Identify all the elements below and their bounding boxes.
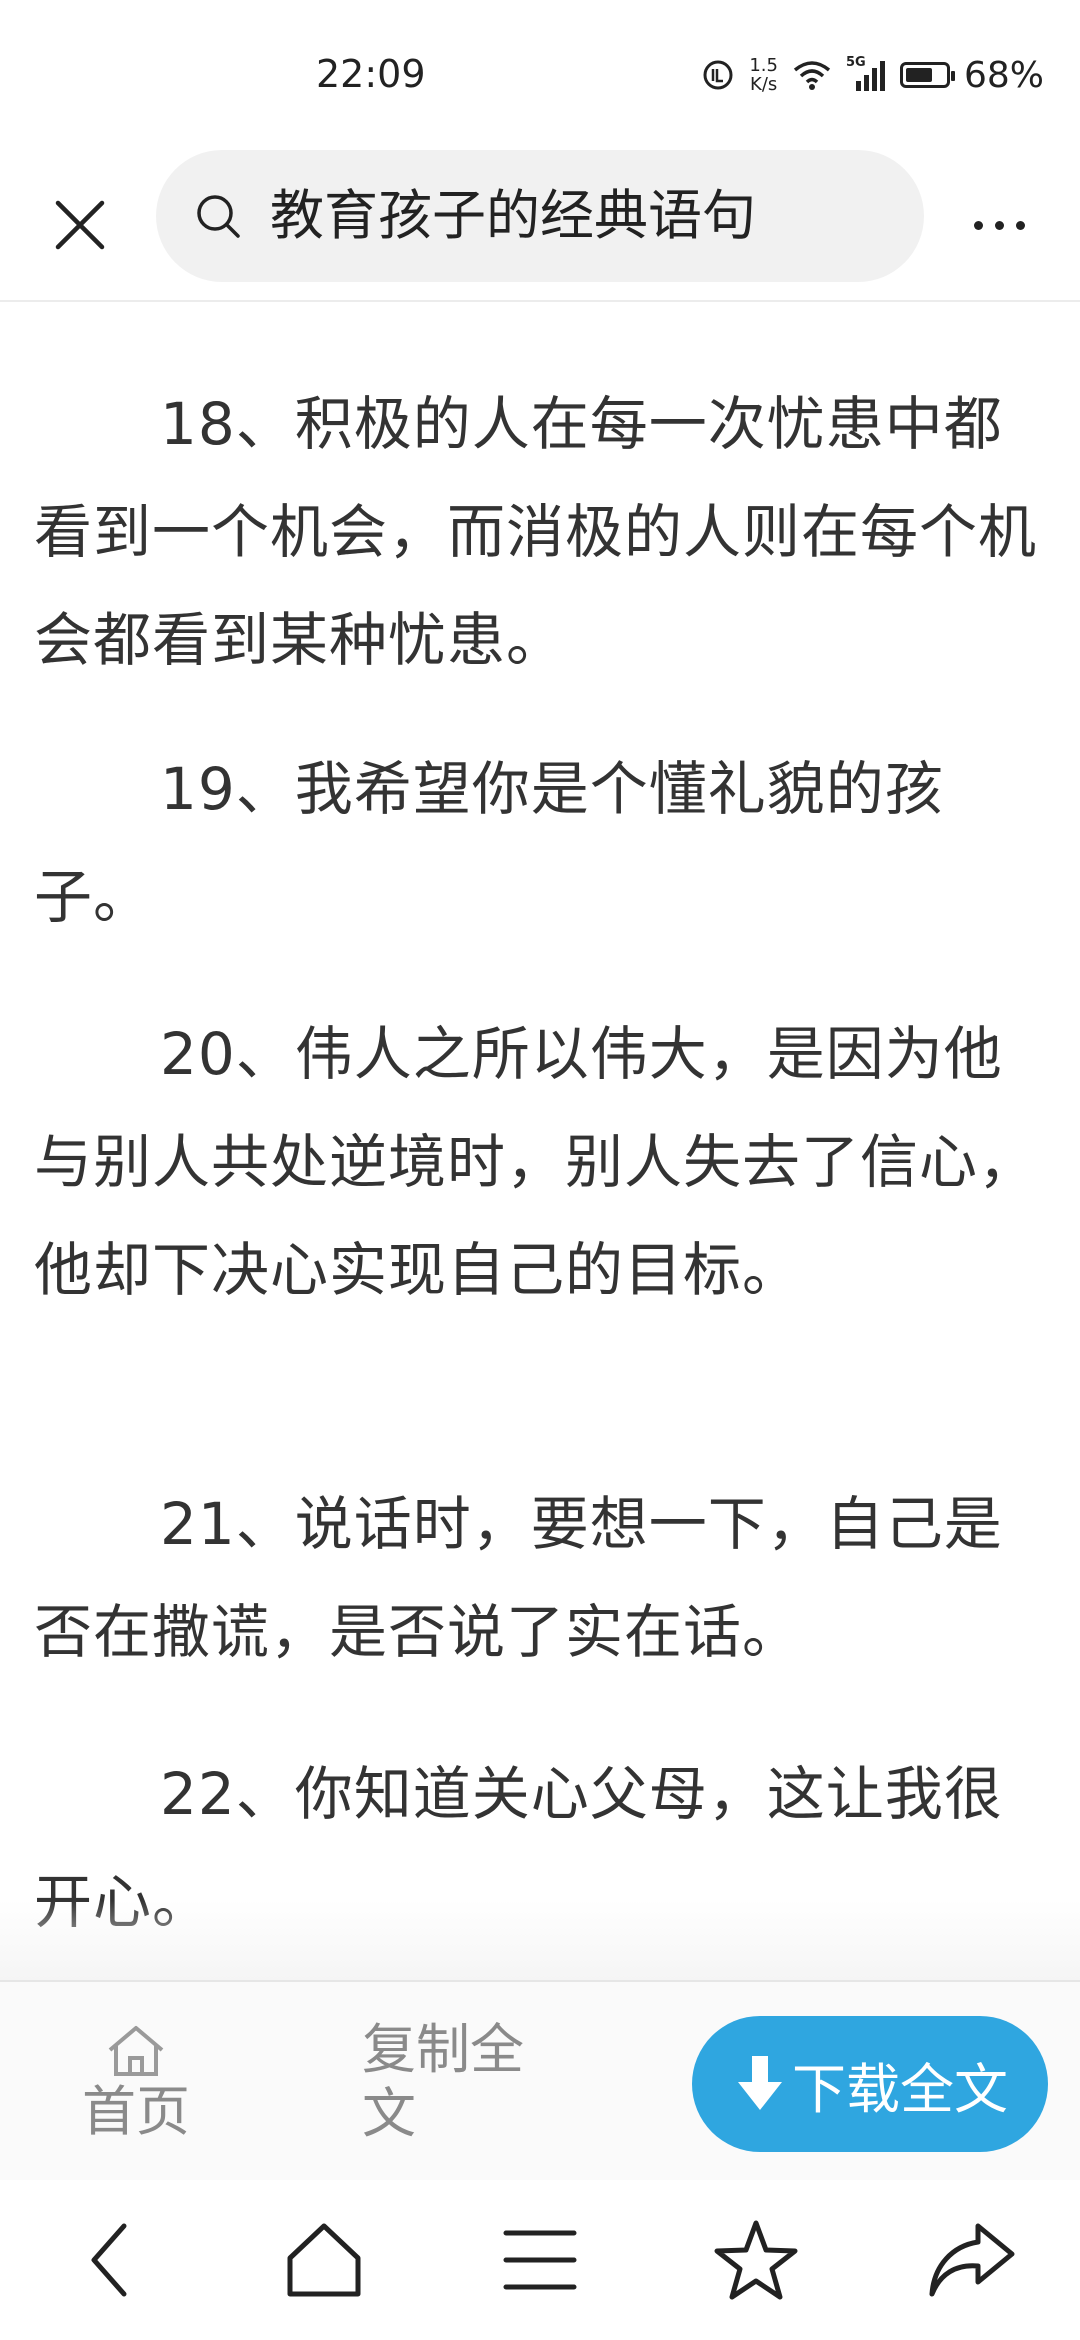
share-button[interactable] [922,2210,1022,2310]
battery-fill [905,68,932,82]
home-icon [108,2026,164,2076]
more-dot [1015,220,1025,230]
content-fade [0,1900,1080,1980]
more-dot [973,220,983,230]
article-paragraph: 18、积极的人在每一次忧患中都看到一个机会，而消极的人则在每个机会都看到某种忧患… [34,370,1044,694]
star-icon [714,2220,798,2300]
status-time: 22:09 [316,52,426,96]
battery-percent: 68% [963,54,1044,96]
menu-button[interactable] [490,2210,590,2310]
back-button[interactable] [60,2210,160,2310]
close-button[interactable] [40,185,120,265]
home-label: 首页 [82,2080,190,2143]
back-icon [91,2223,127,2297]
status-bar: 22:09 1.5 K/s 5G 68% [0,0,1080,150]
home-nav-button[interactable] [274,2210,374,2310]
data-saver-icon [703,60,733,90]
browser-nav-bar [0,2180,1080,2340]
more-button[interactable] [954,190,1044,260]
action-bar: 首页 复制全文 下载全文 [0,1980,1080,2182]
favorite-button[interactable] [706,2210,806,2310]
download-arrow-icon [738,2056,782,2110]
paragraph-text: 20、伟人之所以伟大，是因为他与别人共处逆境时，别人失去了信心，他却下决心实现自… [34,1020,1038,1304]
menu-icon [503,2230,577,2290]
copy-all-button[interactable]: 复制全文 [362,2018,562,2146]
download-label: 下载全文 [792,2057,1008,2121]
status-icons: 1.5 K/s 5G 68% [701,50,1044,100]
cell-signal: 5G [846,55,886,93]
battery-icon [899,62,955,88]
download-button[interactable]: 下载全文 [692,2016,1048,2152]
network-speed-unit: K/s [750,74,778,95]
network-speed-value: 1.5 [749,55,778,76]
paragraph-text: 21、说话时，要想一下，自己是否在撒谎，是否说了实在话。 [34,1490,1003,1666]
search-icon [197,195,240,238]
close-icon [55,200,105,250]
article-content[interactable]: 18、积极的人在每一次忧患中都看到一个机会，而消极的人则在每个机会都看到某种忧患… [0,220,1080,1980]
home-outline-icon [287,2223,361,2297]
wifi-icon [793,61,831,90]
paragraph-text: 19、我希望你是个懂礼貌的孩子。 [34,755,944,931]
article-paragraph: 20、伟人之所以伟大，是因为他与别人共处逆境时，别人失去了信心，他却下决心实现自… [34,1000,1044,1324]
search-query: 教育孩子的经典语句 [270,184,756,247]
cell-signal-icon [855,61,885,91]
paragraph-text: 18、积极的人在每一次忧患中都看到一个机会，而消极的人则在每个机会都看到某种忧患… [34,390,1038,674]
more-dot [994,220,1004,230]
search-input[interactable]: 教育孩子的经典语句 [156,150,924,282]
share-icon [929,2223,1015,2297]
battery-cap [950,71,955,81]
network-speed: 1.5 K/s [749,56,778,94]
home-link[interactable]: 首页 [74,2022,198,2162]
article-paragraph: 21、说话时，要想一下，自己是否在撒谎，是否说了实在话。 [34,1470,1044,1686]
article-paragraph: 19、我希望你是个懂礼貌的孩子。 [34,735,1044,951]
search-header: 教育孩子的经典语句 [0,150,1080,302]
